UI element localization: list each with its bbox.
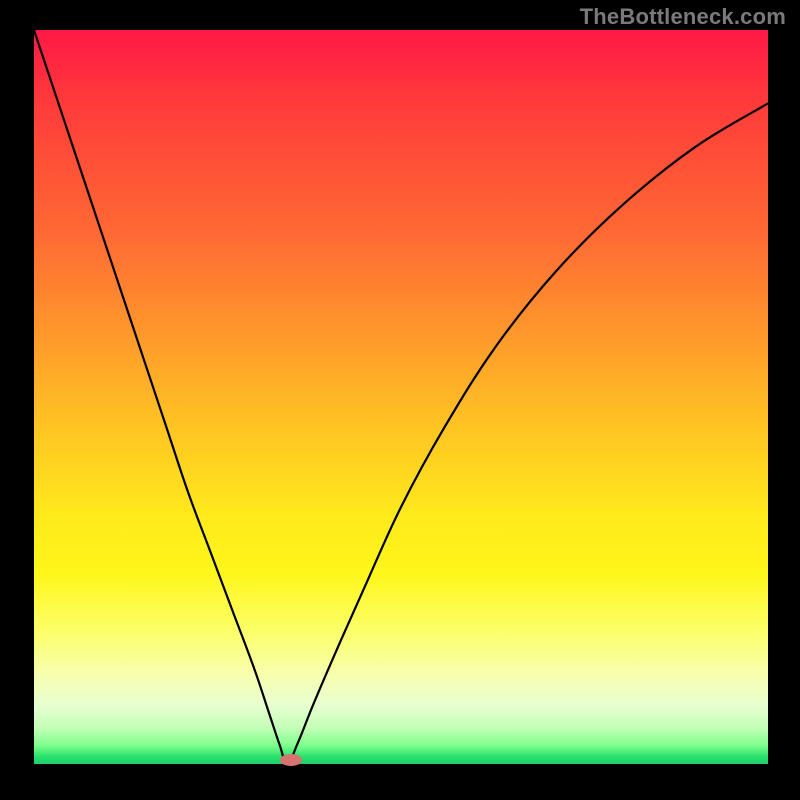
bottleneck-curve [34, 30, 768, 764]
watermark-text: TheBottleneck.com [580, 4, 786, 30]
minimum-marker [280, 754, 302, 766]
chart-frame: TheBottleneck.com [0, 0, 800, 800]
